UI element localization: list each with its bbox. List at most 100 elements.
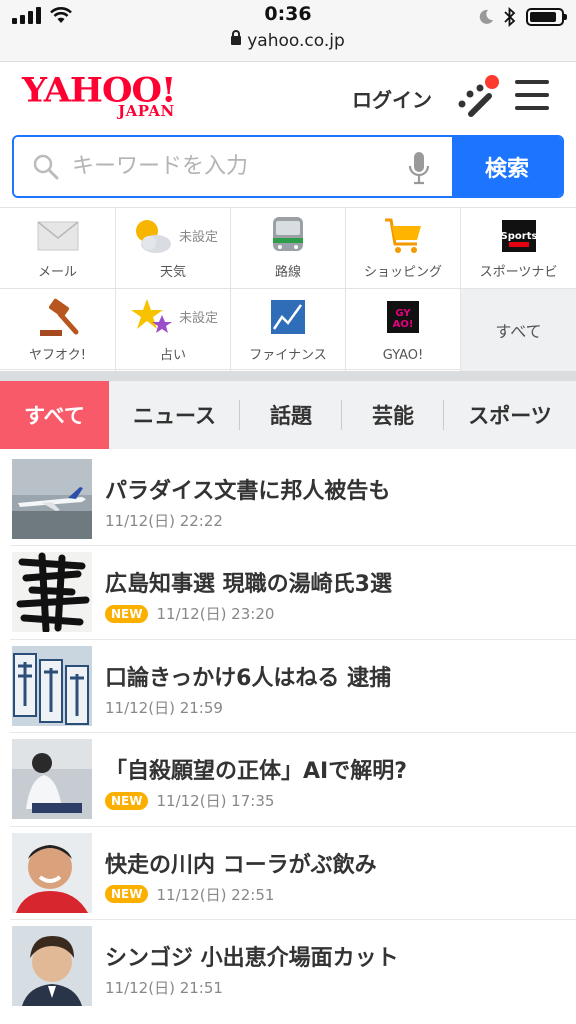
- svg-text:AO!: AO!: [393, 319, 414, 330]
- fortune-stars-icon: [130, 297, 174, 337]
- mail-icon: [36, 216, 80, 256]
- news-thumbnail-person-sitting: [12, 739, 92, 820]
- service-all-button[interactable]: すべて: [461, 289, 576, 371]
- news-headline: 「自殺願望の正体」AIで解明?: [105, 759, 407, 785]
- service-weather[interactable]: 未設定 天気: [116, 208, 231, 289]
- news-item[interactable]: シンゴジ 小出恵介場面カット 11/12(日) 21:51: [10, 920, 576, 1013]
- svg-text:Sports: Sports: [501, 231, 537, 242]
- service-sportsnavi[interactable]: Sports スポーツナビ: [461, 208, 576, 289]
- news-meta: NEW 11/12(日) 17:35: [105, 790, 274, 811]
- search-input[interactable]: [14, 137, 452, 196]
- services-grid: メール 未設定 天気 路線 ショッピング Sports スポーツナビ ヤフオク!: [0, 207, 576, 371]
- news-item[interactable]: 「自殺願望の正体」AIで解明? NEW 11/12(日) 17:35: [10, 733, 576, 827]
- news-date: 11/12(日) 21:51: [105, 978, 223, 997]
- news-thumbnail-runner: [12, 832, 92, 913]
- news-headline: 快走の川内 コーラがぶ飲み: [105, 852, 377, 878]
- svg-text:GY: GY: [395, 308, 411, 319]
- search-field: [14, 137, 452, 196]
- search-button[interactable]: 検索: [452, 137, 562, 196]
- service-label: すべて: [495, 322, 542, 341]
- service-finance[interactable]: ファイナンス: [231, 289, 346, 371]
- news-item[interactable]: 快走の川内 コーラがぶ飲み NEW 11/12(日) 22:51: [10, 827, 576, 920]
- finance-chart-icon: [266, 297, 310, 337]
- news-headline: パラダイス文書に邦人被告も: [105, 479, 391, 504]
- moon-icon: [479, 9, 493, 24]
- service-fortune[interactable]: 未設定 占い: [116, 289, 231, 371]
- news-thumbnail-police-sign: [12, 645, 92, 726]
- news-meta: NEW 11/12(日) 23:20: [105, 603, 274, 624]
- gyao-icon: GY AO!: [381, 297, 425, 337]
- sportsnavi-icon: Sports: [497, 216, 541, 256]
- login-link[interactable]: ログイン: [352, 84, 432, 113]
- service-shopping[interactable]: ショッピング: [346, 208, 461, 289]
- news-date: 11/12(日) 21:59: [105, 698, 223, 717]
- news-date: 11/12(日) 17:35: [156, 792, 275, 811]
- service-sub-label: 未設定: [178, 230, 218, 245]
- service-sub-label: 未設定: [178, 311, 218, 326]
- header: YAHOO! JAPAN ログイン: [0, 62, 576, 134]
- cart-icon: [381, 216, 425, 256]
- service-gyao[interactable]: GY AO! GYAO!: [346, 289, 461, 371]
- news-meta: 11/12(日) 21:51: [105, 977, 223, 998]
- tab-label: ニュース: [133, 404, 216, 428]
- weather-icon: [130, 216, 174, 256]
- service-label: スポーツナビ: [479, 265, 558, 280]
- tab-entertainment[interactable]: 芸能: [342, 381, 444, 449]
- news-thumbnail-airplane: [12, 459, 92, 539]
- service-label: ヤフオク!: [29, 348, 86, 363]
- status-right: [478, 7, 567, 27]
- search-icon: [33, 154, 59, 180]
- tab-news[interactable]: ニュース: [109, 381, 240, 449]
- lock-icon: [231, 30, 242, 45]
- battery-icon: [526, 8, 567, 26]
- news-date: 11/12(日) 22:22: [105, 512, 223, 530]
- news-thumbnail-calligraphy: [12, 552, 92, 633]
- news-item[interactable]: パラダイス文書に邦人被告も 11/12(日) 22:22: [10, 453, 576, 547]
- tab-all[interactable]: すべて: [0, 381, 109, 449]
- new-badge: NEW: [105, 885, 149, 904]
- news-thumbnail-actor: [12, 925, 92, 1006]
- news-meta: NEW 11/12(日) 22:51: [105, 884, 274, 905]
- battery-level: [530, 12, 556, 22]
- service-mail[interactable]: メール: [0, 208, 116, 289]
- news-item[interactable]: 口論きっかけ6人はねる 逮捕 11/12(日) 21:59: [10, 640, 576, 734]
- tab-topics[interactable]: 話題: [240, 381, 342, 449]
- address-bar[interactable]: yahoo.co.jp: [0, 30, 576, 51]
- news-date: 11/12(日) 23:20: [156, 605, 275, 624]
- service-label: 天気: [159, 265, 186, 280]
- url-text: yahoo.co.jp: [247, 31, 345, 51]
- news-headline: 広島知事選 現職の湯崎氏3選: [105, 572, 392, 598]
- service-label: メール: [37, 265, 77, 280]
- service-auction[interactable]: ヤフオク!: [0, 289, 116, 371]
- auction-gavel-icon: [36, 297, 80, 337]
- service-label: ファイナンス: [249, 348, 327, 363]
- new-badge: NEW: [105, 604, 149, 623]
- news-meta: 11/12(日) 21:59: [105, 697, 223, 718]
- service-label: GYAO!: [382, 348, 424, 363]
- service-label: 路線: [274, 265, 301, 280]
- news-headline: シンゴジ 小出恵介場面カット: [105, 945, 399, 971]
- service-transit[interactable]: 路線: [231, 208, 346, 289]
- search-box: 検索: [12, 135, 564, 198]
- news-date: 11/12(日) 22:51: [156, 885, 275, 904]
- news-item[interactable]: 広島知事選 現職の湯崎氏3選 NEW 11/12(日) 23:20: [10, 546, 576, 640]
- service-label: 占い: [159, 348, 186, 363]
- news-list: パラダイス文書に邦人被告も 11/12(日) 22:22 広島知事選 現職の湯崎…: [0, 453, 576, 1013]
- hamburger-menu-icon[interactable]: [515, 80, 549, 110]
- news-meta: 11/12(日) 22:22: [105, 510, 223, 531]
- service-label: ショッピング: [363, 265, 442, 280]
- microphone-icon[interactable]: [408, 151, 430, 185]
- train-icon: [266, 216, 310, 256]
- notification-icon[interactable]: [454, 74, 502, 118]
- yahoo-japan-logo[interactable]: YAHOO! JAPAN: [22, 70, 188, 120]
- news-headline: 口論きっかけ6人はねる 逮捕: [105, 665, 392, 691]
- news-tabs: すべて ニュース 話題 芸能 スポーツ: [0, 381, 576, 449]
- tab-sports[interactable]: スポーツ: [444, 381, 576, 449]
- tab-label: 芸能: [372, 404, 414, 428]
- section-divider: [0, 371, 576, 381]
- logo-sub-text: JAPAN: [118, 102, 175, 120]
- tab-label: 話題: [270, 404, 312, 428]
- new-badge: NEW: [105, 791, 149, 810]
- bluetooth-icon: [504, 7, 516, 27]
- status-bar: 0:36 yahoo.co.jp: [0, 0, 576, 62]
